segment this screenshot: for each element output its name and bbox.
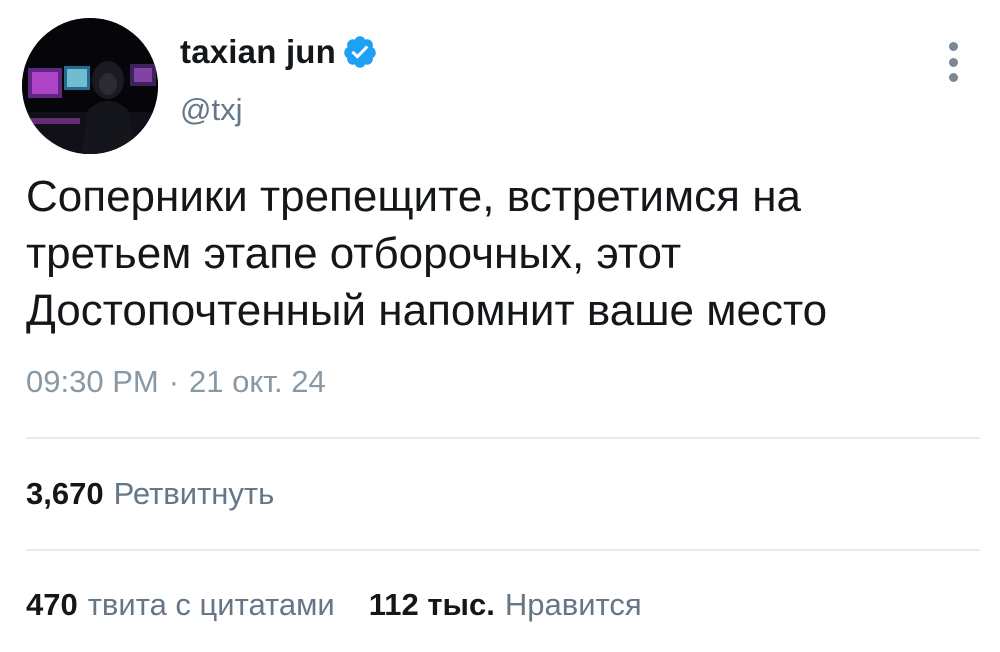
tweet-text-line: Достопочтенный напомнит ваше место — [26, 286, 828, 335]
retweet-label: Ретвитнуть — [113, 476, 275, 511]
quote-tweets-stat[interactable]: 470 твита с цитатами — [26, 587, 335, 623]
likes-stat[interactable]: 112 тыс. Нравится — [369, 587, 642, 623]
retweet-stats-row: 3,670 Ретвитнуть — [26, 476, 274, 512]
tweet-text: Соперники трепещите, встретимся на треть… — [26, 168, 976, 339]
divider — [26, 549, 980, 551]
more-dot — [948, 73, 958, 82]
tweet-text-line: третьем этапе отборочных, этот — [26, 229, 682, 278]
tweet-text-line: Соперники трепещите, встретимся на — [26, 172, 802, 221]
more-dot — [948, 57, 958, 67]
divider — [26, 437, 980, 439]
quote-count: 470 — [26, 587, 78, 622]
retweet-stat[interactable]: 3,670 Ретвитнуть — [26, 476, 274, 512]
avatar[interactable] — [22, 18, 158, 154]
author-name-row: taxian jun — [180, 30, 378, 74]
verified-badge-icon — [344, 36, 376, 68]
tweet-card: taxian jun @txj Соперники трепещите, вст… — [0, 0, 1000, 652]
more-dot — [948, 42, 958, 51]
display-name[interactable]: taxian jun — [180, 33, 336, 71]
quote-label: твита с цитатами — [87, 587, 335, 622]
tweet-time: 09:30 PM — [26, 364, 159, 399]
retweet-count: 3,670 — [26, 476, 104, 511]
tweet-date: 21 окт. 24 — [189, 364, 326, 399]
timestamp[interactable]: 09:30 PM · 21 окт. 24 — [26, 364, 326, 400]
handle[interactable]: @txj — [180, 92, 242, 128]
avatar-image — [22, 18, 158, 154]
more-vertical-icon[interactable] — [938, 42, 968, 82]
engagement-stats-row: 470 твита с цитатами 112 тыс. Нравится — [26, 587, 642, 623]
timestamp-separator: · — [168, 364, 180, 399]
likes-label: Нравится — [504, 587, 642, 622]
likes-count: 112 тыс. — [368, 587, 495, 622]
